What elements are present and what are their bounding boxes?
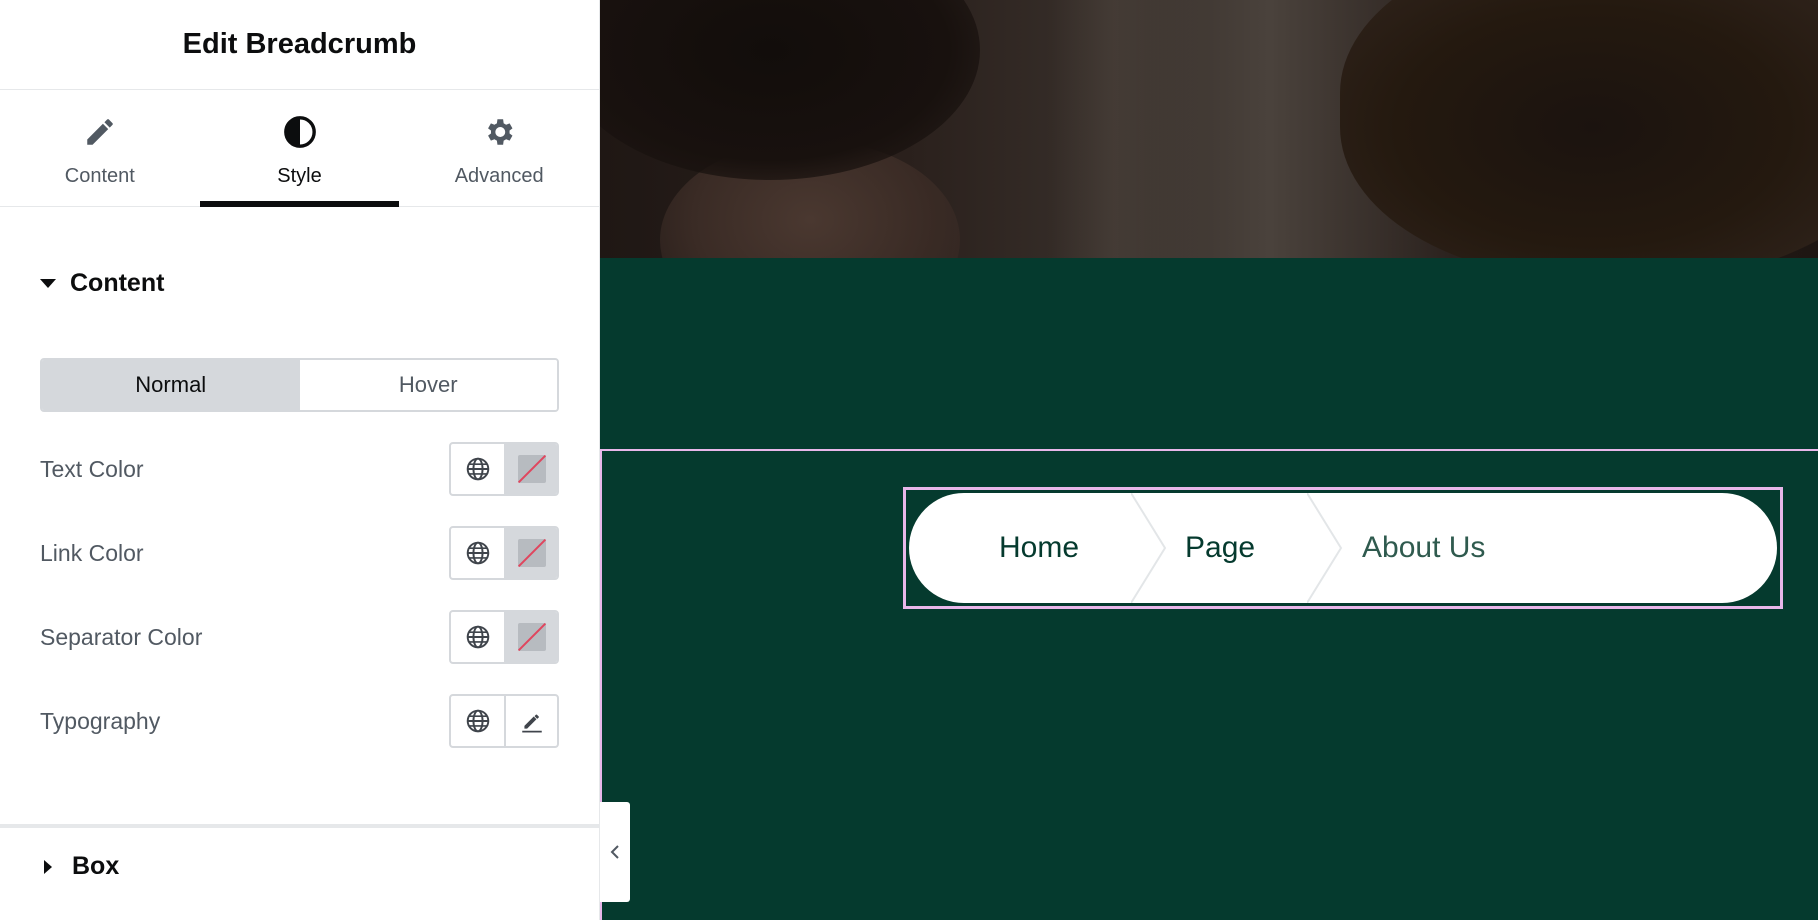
separator-color-picker-group (449, 610, 559, 664)
tab-advanced-label: Advanced (454, 164, 544, 187)
global-colors-button[interactable] (451, 444, 504, 494)
panel-tabs: Content Style Advanced (0, 90, 599, 207)
link-color-label: Link Color (40, 539, 144, 566)
text-color-picker-group (449, 442, 559, 496)
content-section-title: Content (70, 269, 165, 297)
tab-content-label: Content (64, 164, 135, 187)
typography-label: Typography (40, 707, 161, 734)
tab-content[interactable]: Content (0, 90, 200, 206)
editor-panel: Edit Breadcrumb Content Style Advanced C… (0, 0, 600, 920)
unset-color-swatch (517, 539, 546, 567)
breadcrumb-current-item: About Us (1362, 531, 1486, 564)
preview-canvas: Home Page About Us (600, 0, 1818, 920)
globe-icon (466, 625, 489, 649)
edit-typography-button[interactable] (504, 696, 557, 746)
breadcrumb-separator-icon (1130, 493, 1171, 603)
panel-header: Edit Breadcrumb (0, 0, 599, 90)
global-fonts-button[interactable] (451, 696, 504, 746)
typography-control-group (449, 694, 559, 748)
box-section-title: Box (72, 852, 120, 880)
style-controls: Text Color Link Color Separator Color Ty… (0, 442, 599, 748)
typography-control: Typography (0, 694, 599, 748)
breadcrumb-widget[interactable]: Home Page About Us (903, 487, 1783, 609)
hero-image-hair-right (1340, 0, 1818, 258)
tab-style[interactable]: Style (199, 90, 400, 207)
text-color-control: Text Color (0, 442, 599, 496)
pencil-icon (83, 115, 117, 155)
hero-image (600, 0, 1818, 258)
panel-title: Edit Breadcrumb (182, 28, 417, 60)
hero-image-hair-left (600, 0, 980, 180)
text-color-label: Text Color (40, 455, 144, 482)
selected-container-outline (600, 449, 1818, 451)
collapse-panel-button[interactable] (600, 802, 630, 902)
color-swatch-button[interactable] (504, 444, 557, 494)
global-colors-button[interactable] (451, 528, 504, 578)
color-swatch-button[interactable] (504, 612, 557, 662)
normal-hover-switcher: Normal Hover (40, 358, 559, 412)
global-colors-button[interactable] (451, 612, 504, 662)
breadcrumb: Home Page About Us (909, 493, 1777, 603)
contrast-icon (283, 115, 317, 155)
unset-color-swatch (517, 455, 546, 483)
link-color-picker-group (449, 526, 559, 580)
hover-button[interactable]: Hover (299, 360, 557, 410)
breadcrumb-page-link[interactable]: Page (1185, 493, 1255, 603)
pencil-edit-icon (521, 714, 542, 733)
globe-icon (466, 709, 489, 733)
content-section-toggle[interactable]: Content (0, 269, 599, 298)
box-section-toggle[interactable]: Box (0, 852, 159, 881)
breadcrumb-home-link[interactable]: Home (999, 493, 1079, 603)
unset-color-swatch (517, 623, 546, 651)
separator-color-label: Separator Color (40, 623, 203, 650)
tab-advanced[interactable]: Advanced (399, 90, 599, 206)
chevron-left-icon (610, 845, 619, 859)
breadcrumb-separator-icon (1306, 493, 1347, 603)
link-color-control: Link Color (0, 526, 599, 580)
separator-color-control: Separator Color (0, 610, 599, 664)
section-divider (0, 824, 599, 828)
globe-icon (466, 457, 489, 481)
hero-image-background (1050, 0, 1210, 258)
caret-right-icon (44, 859, 52, 874)
tab-style-label: Style (277, 164, 322, 187)
gear-icon (482, 115, 516, 155)
color-swatch-button[interactable] (504, 528, 557, 578)
globe-icon (466, 541, 489, 565)
normal-button[interactable]: Normal (42, 360, 300, 410)
caret-down-icon (40, 279, 56, 288)
